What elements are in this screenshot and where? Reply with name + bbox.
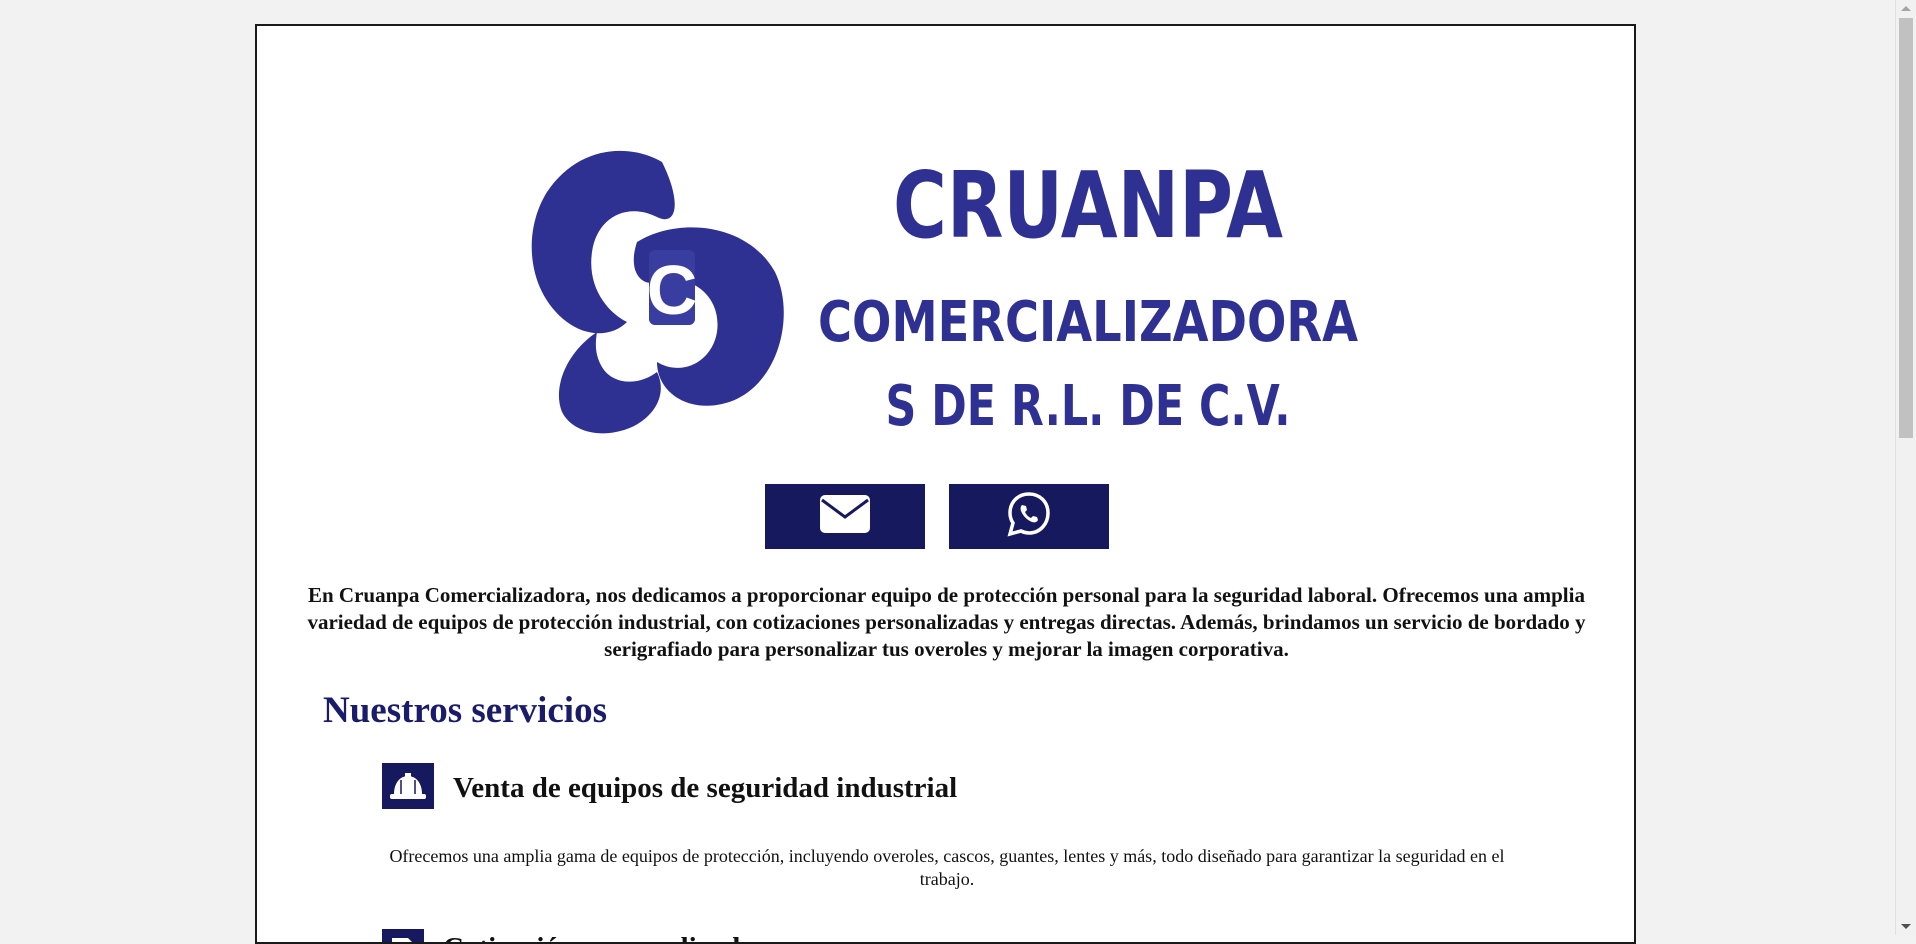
- scrollbar-thumb[interactable]: [1899, 18, 1913, 438]
- service-description-safety-equipment: Ofrecemos una amplia gama de equipos de …: [389, 846, 1505, 889]
- service-title-custom-quote: Cotización personalizada: [443, 932, 755, 942]
- whatsapp-button[interactable]: [949, 484, 1109, 549]
- page-container: C CRUANPA COMERCIALIZADORA S DE R.L. DE …: [255, 24, 1636, 944]
- scroll-up-arrow-icon[interactable]: [1901, 6, 1911, 11]
- services-heading: Nuestros servicios: [323, 690, 607, 731]
- email-button[interactable]: [765, 484, 925, 549]
- logo-line2: COMERCIALIZADORA: [818, 290, 1359, 355]
- page-scrollbar[interactable]: [1895, 0, 1916, 935]
- service-title-safety-equipment: Venta de equipos de seguridad industrial: [453, 772, 958, 804]
- logo-line3: S DE R.L. DE C.V.: [886, 374, 1291, 439]
- logo-brand-name: CRUANPA: [893, 152, 1283, 259]
- invoice-icon: $: [382, 929, 424, 942]
- intro-paragraph: En Cruanpa Comercializadora, nos dedicam…: [307, 583, 1586, 661]
- logo-monogram: C: [647, 251, 698, 329]
- whatsapp-icon: [1006, 491, 1052, 542]
- company-logo: C CRUANPA COMERCIALIZADORA S DE R.L. DE …: [507, 122, 1407, 452]
- scroll-down-arrow-icon[interactable]: [1901, 924, 1911, 929]
- hard-hat-icon: [382, 763, 434, 809]
- envelope-icon: [819, 494, 871, 539]
